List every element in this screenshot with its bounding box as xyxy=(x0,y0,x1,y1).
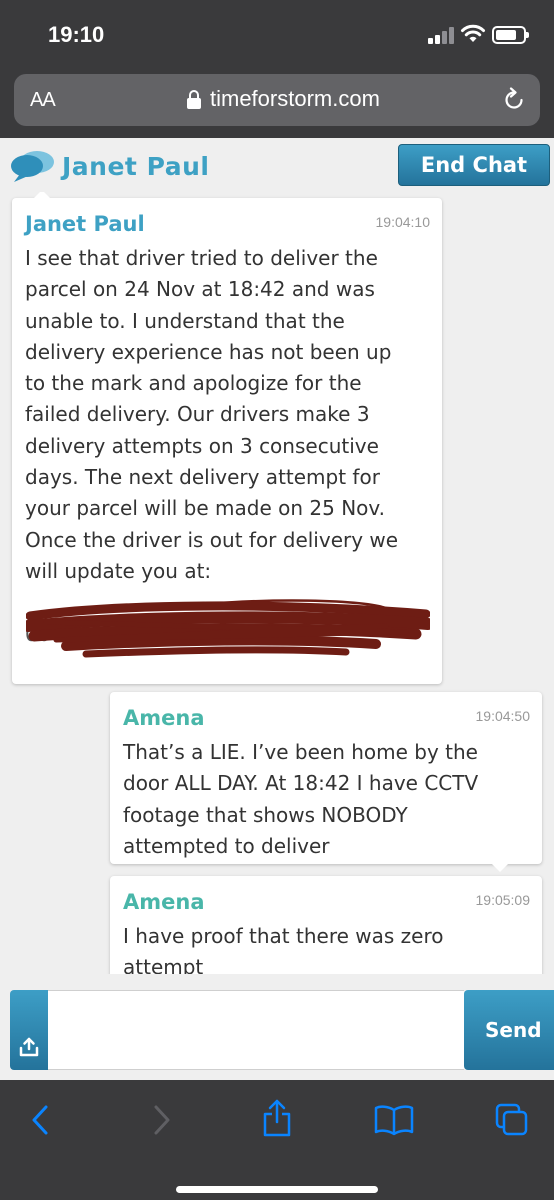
redaction-scribble xyxy=(26,599,430,658)
message-body: That’s a LIE. I’ve been home by the door… xyxy=(123,740,479,858)
book-icon[interactable] xyxy=(374,1104,414,1136)
lock-icon xyxy=(187,90,201,109)
attach-file-button[interactable] xyxy=(10,990,48,1070)
wifi-icon xyxy=(461,24,485,42)
share-icon[interactable] xyxy=(260,1098,294,1138)
agent-message: Janet Paul 19:04:10 I see that driver tr… xyxy=(12,192,442,684)
message-input[interactable] xyxy=(48,990,464,1070)
message-sender: Amena xyxy=(123,890,205,914)
chat-bubbles-icon xyxy=(11,151,54,182)
message-body: I have proof that there was zero attempt xyxy=(123,924,444,974)
upload-icon xyxy=(19,1037,39,1057)
url-text[interactable]: timeforstorm.com xyxy=(210,86,380,112)
browser-toolbar xyxy=(0,1080,554,1200)
user-message: Amena 19:04:50 That’s a LIE. I’ve been h… xyxy=(110,692,542,872)
battery-icon xyxy=(492,26,529,44)
reload-icon[interactable] xyxy=(502,87,526,113)
text-size-button[interactable]: AA xyxy=(30,89,56,112)
message-sender: Janet Paul xyxy=(25,212,145,236)
address-bar[interactable]: AA timeforstorm.com xyxy=(14,74,540,126)
send-button[interactable]: Send xyxy=(464,990,554,1070)
message-sender: Amena xyxy=(123,706,205,730)
message-timestamp: 19:04:10 xyxy=(375,214,431,230)
message-body: I see that driver tried to deliver the p… xyxy=(25,246,399,583)
tabs-icon[interactable] xyxy=(494,1102,530,1138)
message-composer: Send xyxy=(0,974,554,1080)
chevron-right-icon[interactable] xyxy=(148,1102,174,1138)
status-bar: 19:10 xyxy=(0,0,554,70)
end-chat-button[interactable]: End Chat xyxy=(398,144,550,186)
cellular-signal-icon xyxy=(428,26,456,44)
message-timestamp: 19:05:09 xyxy=(475,892,531,908)
home-indicator xyxy=(176,1186,378,1193)
agent-name-title: Janet Paul xyxy=(62,152,210,181)
status-time: 19:10 xyxy=(48,22,105,47)
chevron-left-icon[interactable] xyxy=(28,1102,54,1138)
chat-header: Janet Paul End Chat xyxy=(0,138,554,192)
message-timestamp: 19:04:50 xyxy=(475,708,531,724)
browser-address-area: AA timeforstorm.com xyxy=(0,70,554,138)
user-message: Amena 19:05:09 I have proof that there w… xyxy=(110,876,542,974)
chat-transcript[interactable]: Janet Paul 19:04:10 I see that driver tr… xyxy=(0,192,554,974)
